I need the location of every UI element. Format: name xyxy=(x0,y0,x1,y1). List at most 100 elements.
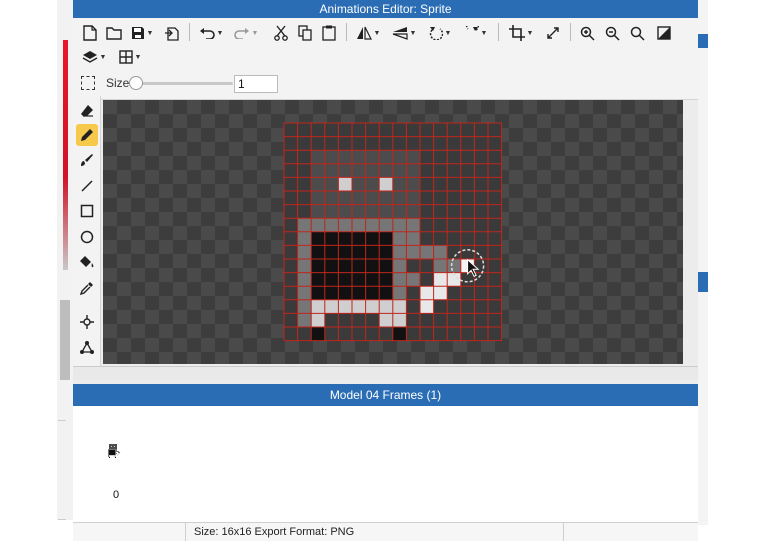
thumbnail-pixel xyxy=(108,452,109,453)
sprite-pixel xyxy=(324,231,339,246)
sprite-pixel xyxy=(324,150,339,164)
thumbnail-pixel xyxy=(115,453,116,454)
invert-icon[interactable] xyxy=(653,22,675,44)
rectangle-icon[interactable] xyxy=(76,200,98,222)
sprite-pixel xyxy=(365,177,380,191)
thumbnail-pixel xyxy=(114,452,115,453)
flip-vertical-icon[interactable]: ▼ xyxy=(388,22,420,44)
sprite-pixel xyxy=(324,286,339,300)
sprite-pixel xyxy=(392,272,407,287)
origin-icon[interactable] xyxy=(76,311,98,333)
thumbnail-pixel xyxy=(109,449,110,450)
sprite-pixel xyxy=(406,231,420,246)
sprite-pixel xyxy=(379,272,393,287)
zoom-in-icon[interactable] xyxy=(576,22,598,44)
canvas-area[interactable] xyxy=(103,100,683,364)
copy-icon[interactable] xyxy=(294,22,316,44)
thumbnail-pixel xyxy=(110,449,111,450)
thumbnail-pixel xyxy=(108,450,109,451)
toolbar-separator xyxy=(346,23,347,41)
thumbnail-pixel xyxy=(108,451,109,452)
sprite-pixel xyxy=(311,231,325,246)
sprite-pixel xyxy=(365,150,380,164)
rotate-right-icon[interactable]: ▼ xyxy=(460,22,492,44)
save-icon[interactable]: ▼ xyxy=(127,22,157,44)
sprite-pixel xyxy=(406,163,420,178)
cut-icon[interactable] xyxy=(270,22,292,44)
rotate-left-icon[interactable]: ▼ xyxy=(424,22,456,44)
export-icon[interactable] xyxy=(161,22,183,44)
sprite-pixel xyxy=(338,218,352,232)
thumbnail-pixel xyxy=(112,453,113,454)
thumbnail-pixel xyxy=(117,455,118,456)
size-input[interactable]: 1 xyxy=(234,75,278,93)
thumbnail-pixel xyxy=(109,444,110,445)
toolbar-separator xyxy=(570,23,571,41)
marquee-select-icon[interactable] xyxy=(81,76,95,90)
sprite-pixel xyxy=(379,245,393,259)
pencil-icon[interactable] xyxy=(76,124,98,146)
thumbnail-pixel xyxy=(113,455,114,456)
size-slider-knob[interactable] xyxy=(129,76,143,90)
open-folder-icon[interactable] xyxy=(103,22,125,44)
thumbnail-pixel xyxy=(115,454,116,455)
resize-icon[interactable] xyxy=(542,22,564,44)
size-slider-track[interactable] xyxy=(137,82,233,85)
thumbnail-pixel xyxy=(111,446,112,447)
sprite-pixel xyxy=(352,177,366,191)
sprite-pixel xyxy=(297,218,312,232)
sprite-pixel xyxy=(338,191,352,205)
ellipse-icon[interactable] xyxy=(76,226,98,248)
sprite-pixel xyxy=(311,150,325,164)
zoom-out-icon[interactable] xyxy=(601,22,623,44)
flip-horizontal-icon[interactable]: ▼ xyxy=(352,22,384,44)
tool-palette xyxy=(73,96,101,368)
sprite-pixel xyxy=(338,231,352,246)
crop-icon[interactable]: ▼ xyxy=(504,22,538,44)
sprite-pixel xyxy=(311,204,325,219)
eraser-icon[interactable] xyxy=(76,100,98,122)
thumbnail-pixel xyxy=(116,453,117,454)
sprite-canvas[interactable] xyxy=(103,100,683,364)
thumbnail-pixel xyxy=(114,447,115,448)
thumbnail-pixel xyxy=(111,453,112,454)
sprite-pixel xyxy=(311,245,325,259)
thumbnail-pixel xyxy=(111,452,112,453)
thumbnail-pixel xyxy=(114,456,115,457)
sprite-pixel xyxy=(338,245,352,259)
thumbnail-pixel xyxy=(112,455,113,456)
thumbnail-pixel xyxy=(110,450,111,451)
sprite-pixel xyxy=(365,163,380,178)
eyedropper-icon[interactable] xyxy=(76,277,98,299)
thumbnail-pixel xyxy=(112,451,113,452)
attach-points-icon[interactable] xyxy=(76,336,98,358)
line-icon[interactable] xyxy=(76,175,98,197)
sprite-pixel xyxy=(406,204,420,219)
sprite-pixel xyxy=(297,286,312,300)
redo-icon[interactable]: ▼ xyxy=(230,22,262,44)
thumbnail-pixel xyxy=(112,450,113,451)
sprite-pixel xyxy=(352,150,366,164)
grid-icon[interactable]: ▼ xyxy=(113,46,147,68)
canvas-horizontal-scrollbar[interactable] xyxy=(73,366,698,380)
new-file-icon[interactable] xyxy=(79,22,101,44)
sprite-pixel xyxy=(297,259,312,273)
sprite-pixel xyxy=(406,177,420,191)
brush-icon[interactable] xyxy=(76,149,98,171)
sprite-pixel xyxy=(365,259,380,273)
thumbnail-pixel xyxy=(118,454,119,455)
undo-icon[interactable]: ▼ xyxy=(195,22,227,44)
sprite-pixel xyxy=(311,272,325,287)
frame-thumbnail[interactable] xyxy=(107,442,123,458)
paste-icon[interactable] xyxy=(318,22,340,44)
background-blue-tab-mid xyxy=(697,272,708,292)
sprite-pixel xyxy=(311,259,325,273)
sprite-pixel xyxy=(311,327,325,341)
sprite-pixel xyxy=(379,177,393,191)
thumbnail-pixel xyxy=(115,448,116,449)
sprite-pixel xyxy=(324,299,339,314)
zoom-fit-icon[interactable] xyxy=(626,22,648,44)
thumbnail-pixel xyxy=(110,445,111,446)
fill-bucket-icon[interactable] xyxy=(76,251,98,273)
layers-icon[interactable]: ▼ xyxy=(77,46,111,68)
